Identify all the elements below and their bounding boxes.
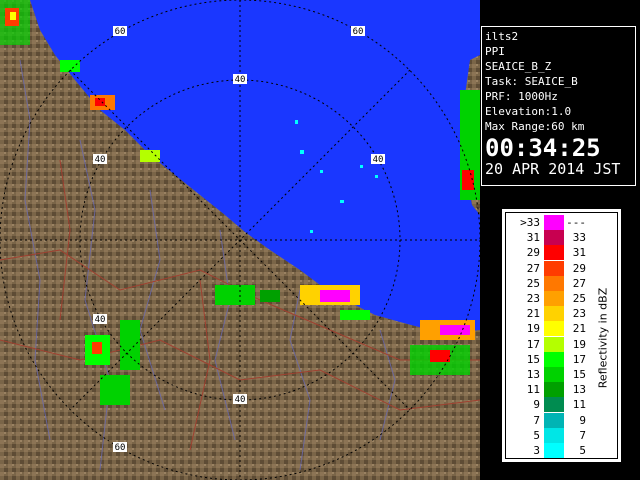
legend-low-value: 21 xyxy=(526,307,540,321)
range-label: 40 xyxy=(93,314,107,325)
legend-high-value: 29 xyxy=(572,261,586,275)
legend-low-value: >33 xyxy=(520,216,540,229)
legend-high-value: 33 xyxy=(572,231,586,245)
legend-title: Reflectivity in dBZ xyxy=(596,287,610,389)
legend-high-value: 5 xyxy=(579,444,586,457)
legend-low-value: 17 xyxy=(526,337,540,351)
svg-text:40: 40 xyxy=(373,155,384,165)
scan-time: 00:34:25 xyxy=(485,134,601,162)
legend-low-value: 5 xyxy=(533,428,540,442)
legend-high-value: 21 xyxy=(572,322,586,336)
legend-low-value: 11 xyxy=(526,383,540,397)
legend-low-value: 3 xyxy=(533,444,540,457)
legend-swatch xyxy=(544,351,564,367)
legend-swatch xyxy=(544,260,564,276)
legend-row: 29 31 xyxy=(506,245,619,261)
legend-row: 35 xyxy=(506,443,619,458)
legend-swatch xyxy=(544,382,564,398)
legend-low-value: 31 xyxy=(526,231,540,245)
legend-swatch xyxy=(544,215,564,230)
station-name: ilts2 xyxy=(485,30,519,43)
range-label: 40 xyxy=(233,74,247,85)
legend-swatch xyxy=(544,230,564,246)
legend-low-value: 19 xyxy=(526,322,540,336)
legend-low-value: 9 xyxy=(533,398,540,412)
task-name: Task: SEAICE_B xyxy=(485,75,578,88)
legend-low-value: 7 xyxy=(533,413,540,427)
max-range-value: Max Range:60 km xyxy=(485,120,585,133)
legend-low-value: 25 xyxy=(526,276,540,290)
scan-date: 20 APR 2014 JST xyxy=(485,160,621,178)
legend-high-value: 7 xyxy=(579,428,586,442)
legend-swatch xyxy=(544,336,564,352)
svg-text:60: 60 xyxy=(115,27,126,37)
legend-high-value: 13 xyxy=(572,383,586,397)
legend-swatch xyxy=(544,306,564,322)
legend-row: >33 --- xyxy=(506,215,619,230)
legend-row: 79 xyxy=(506,412,619,428)
prf-value: PRF: 1000Hz xyxy=(485,90,558,103)
svg-text:60: 60 xyxy=(353,27,364,37)
legend-frame: >33 --- 31 33 29 31 27 29 25 27 23 25 21 23 19 21 17 19 15… xyxy=(505,212,618,459)
range-label: 60 xyxy=(113,442,127,453)
legend-low-value: 23 xyxy=(526,292,540,305)
legend-low-value: 29 xyxy=(526,246,540,260)
color-legend: >33 --- 31 33 29 31 27 29 25 27 23 25 21 23 19 21 17 19 15… xyxy=(502,209,621,462)
range-label: 40 xyxy=(233,394,247,405)
legend-high-value: 25 xyxy=(572,292,586,305)
svg-text:40: 40 xyxy=(95,315,106,325)
legend-low-value: 27 xyxy=(526,261,540,275)
legend-swatch xyxy=(544,245,564,261)
legend-high-value: 9 xyxy=(579,413,586,427)
legend-high-value: --- xyxy=(566,216,586,229)
svg-text:40: 40 xyxy=(235,75,246,85)
elevation-value: Elevation:1.0 xyxy=(485,105,572,118)
legend-swatch xyxy=(544,291,564,306)
legend-low-value: 15 xyxy=(526,352,540,366)
legend-high-value: 23 xyxy=(572,307,586,321)
svg-text:40: 40 xyxy=(235,395,246,405)
legend-high-value: 19 xyxy=(572,337,586,351)
range-label: 40 xyxy=(371,154,385,165)
svg-text:40: 40 xyxy=(95,155,106,165)
legend-high-value: 15 xyxy=(572,368,586,381)
legend-high-value: 11 xyxy=(572,398,586,412)
legend-low-value: 13 xyxy=(526,368,540,381)
legend-row: 57 xyxy=(506,427,619,443)
legend-swatch xyxy=(544,321,564,337)
range-label: 60 xyxy=(113,26,127,37)
range-label: 40 xyxy=(93,154,107,165)
radar-ppi-map: 60 60 40 40 40 40 40 60 xyxy=(0,0,480,480)
legend-high-value: 17 xyxy=(572,352,586,366)
svg-text:60: 60 xyxy=(115,443,126,453)
legend-swatch xyxy=(544,427,564,443)
product-name: SEAICE_B_Z xyxy=(485,60,552,73)
legend-swatch xyxy=(544,443,564,458)
legend-row: 31 33 xyxy=(506,230,619,246)
legend-high-value: 31 xyxy=(572,246,586,260)
scan-type: PPI xyxy=(485,45,505,58)
legend-swatch xyxy=(544,412,564,428)
legend-swatch xyxy=(544,397,564,413)
legend-swatch xyxy=(544,275,564,291)
range-label: 60 xyxy=(351,26,365,37)
scan-info-panel: ilts2 PPI SEAICE_B_Z Task: SEAICE_B PRF:… xyxy=(481,26,636,186)
legend-high-value: 27 xyxy=(572,276,586,290)
legend-swatch xyxy=(544,367,564,382)
